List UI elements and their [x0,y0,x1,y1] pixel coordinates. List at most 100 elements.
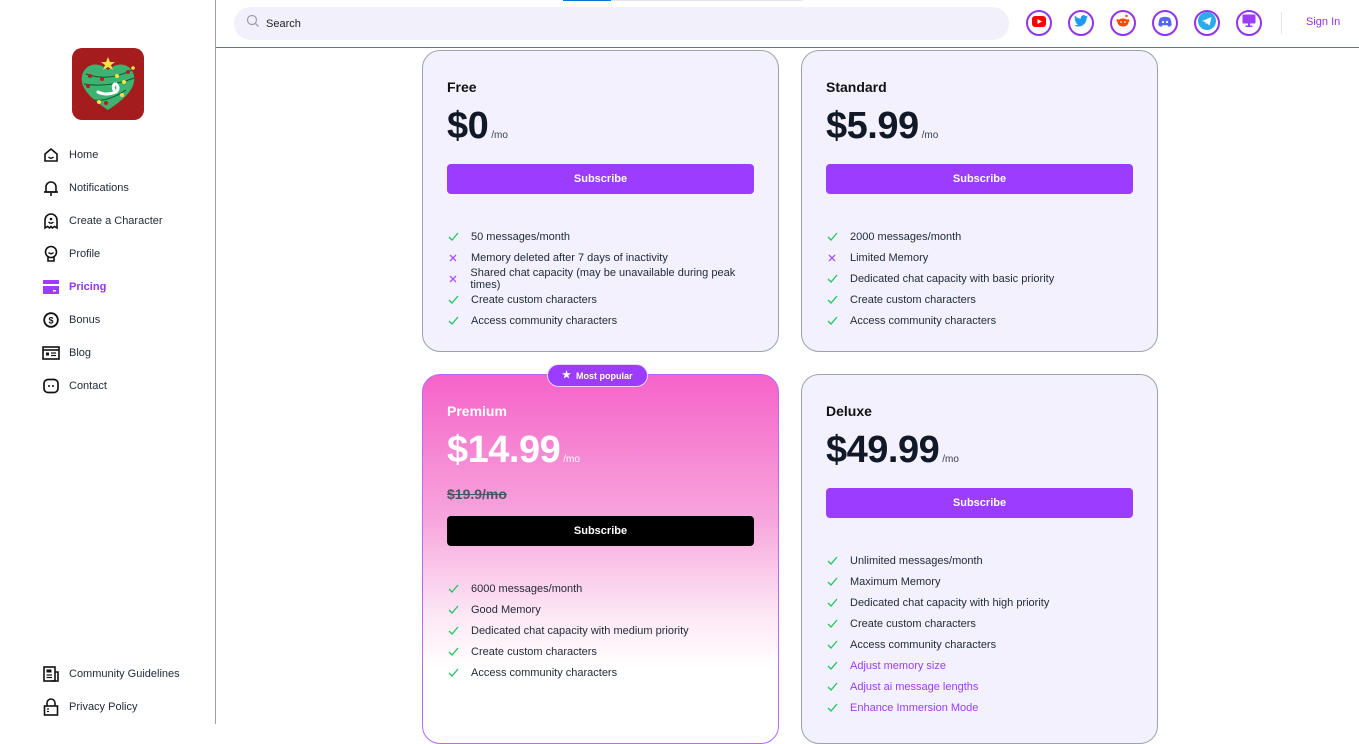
progress-fill [563,0,611,1]
feature-list: 6000 messages/month Good Memory Dedicated … [447,578,754,683]
feature-item: Access community characters [447,310,754,331]
feature-text: 50 messages/month [471,230,571,243]
plan-period: /mo [563,454,580,465]
check-icon [447,295,459,304]
feature-text: Access community characters [471,666,618,679]
lock-icon [42,697,60,716]
feature-text: Limited Memory [850,251,929,264]
sidebar-item-pricing[interactable]: Pricing [42,270,163,303]
sidebar-item-create-character[interactable]: Create a Character [42,204,163,237]
top-bar: Sign In [216,0,1359,48]
feature-item: Access community characters [447,662,754,683]
subscribe-button[interactable]: Subscribe [826,164,1133,194]
cross-icon [826,254,838,262]
sidebar-nav: Home Notifications Create a Character Pr… [42,138,163,402]
page-loading-progress [563,0,803,1]
feature-text: Memory deleted after 7 days of inactivit… [471,251,668,264]
feature-item: Create custom characters [447,641,754,662]
plan-price: $49.99 [826,429,940,471]
feature-item: Create custom characters [826,289,1133,310]
sidebar-item-label: Blog [69,346,92,359]
cross-icon [447,275,458,283]
plan-price-row: $14.99 /mo [447,429,754,472]
sidebar-item-label: Notifications [69,181,129,194]
reddit-link[interactable] [1110,10,1136,36]
check-icon [826,640,838,649]
check-icon [447,316,459,325]
plan-card-premium: Most popular Premium $14.99 /mo $19.9/mo… [422,364,779,744]
sidebar-item-label: Profile [69,247,101,260]
sidebar-item-contact[interactable]: Contact [42,369,163,402]
sidebar-item-blog[interactable]: Blog [42,336,163,369]
feature-item: 50 messages/month [447,226,754,247]
feature-item: Dedicated chat capacity with medium prio… [447,620,754,641]
feature-item: 2000 messages/month [826,226,1133,247]
feature-item: 6000 messages/month [447,578,754,599]
sidebar-item-label: Contact [69,379,107,392]
feature-item: Shared chat capacity (may be unavailable… [447,267,754,291]
feature-item: Limited Memory [826,247,1133,268]
feature-item: Unlimited messages/month [826,550,1133,571]
discord-icon [1158,14,1172,32]
plan-name: Premium [447,403,507,419]
sign-in-link[interactable]: Sign In [1306,16,1340,28]
check-icon [826,232,838,241]
badge-label: Most popular [576,370,633,381]
feature-text: Access community characters [850,638,997,651]
feature-item: Access community characters [826,310,1133,331]
plan-price: $14.99 [447,429,561,471]
feature-item: Memory deleted after 7 days of inactivit… [447,247,754,268]
sidebar-item-bonus[interactable]: $ Bonus [42,303,163,336]
feature-text: Access community characters [471,314,618,327]
feature-text: Dedicated chat capacity with high priori… [850,596,1050,609]
discord-link[interactable] [1152,10,1178,36]
profile-icon [42,245,60,263]
divider [1281,12,1282,34]
sidebar-item-label: Create a Character [69,214,163,227]
svg-text:$: $ [48,315,53,325]
feature-item: Create custom characters [447,289,754,310]
check-icon [447,605,459,614]
feature-item: Good Memory [447,599,754,620]
youtube-link[interactable] [1026,10,1052,36]
search-bar[interactable] [234,7,1009,40]
check-icon [826,661,838,670]
plan-period: /mo [491,130,508,141]
feature-text: Dedicated chat capacity with medium prio… [471,624,689,637]
sidebar-item-privacy-policy[interactable]: Privacy Policy [42,690,180,723]
desktop-app-link[interactable] [1236,10,1262,36]
most-popular-badge: Most popular [547,364,648,387]
feature-item: Dedicated chat capacity with high priori… [826,592,1133,613]
feature-text: Access community characters [850,314,997,327]
feature-text: Dedicated chat capacity with basic prior… [850,272,1055,285]
bell-icon [42,179,60,197]
ghost-icon [42,212,60,230]
subscribe-button[interactable]: Subscribe [826,488,1133,518]
sidebar-item-home[interactable]: Home [42,138,163,171]
search-input[interactable] [266,17,966,30]
reddit-icon [1116,14,1130,32]
social-links [1026,10,1262,36]
sidebar-item-profile[interactable]: Profile [42,237,163,270]
feature-text: 2000 messages/month [850,230,962,243]
plan-period: /mo [921,130,939,141]
telegram-link[interactable] [1194,10,1220,36]
check-icon [826,619,838,628]
feature-text: Create custom characters [850,617,976,630]
subscribe-button[interactable]: Subscribe [447,516,754,546]
sidebar-item-community-guidelines[interactable]: Community Guidelines [42,657,180,690]
plan-price-row: $49.99 /mo [826,429,1133,472]
app-logo[interactable] [72,48,144,120]
check-icon [826,274,838,283]
subscribe-button[interactable]: Subscribe [447,164,754,194]
feature-text: 6000 messages/month [471,582,583,595]
check-icon [826,598,838,607]
plan-card-deluxe: Deluxe $49.99 /mo Subscribe Unlimited me… [801,374,1158,744]
sidebar-item-notifications[interactable]: Notifications [42,171,163,204]
twitter-link[interactable] [1068,10,1094,36]
check-icon [447,668,459,677]
check-icon [447,626,459,635]
feature-item: Access community characters [826,634,1133,655]
feature-text: Create custom characters [471,293,597,306]
document-icon [42,665,60,683]
